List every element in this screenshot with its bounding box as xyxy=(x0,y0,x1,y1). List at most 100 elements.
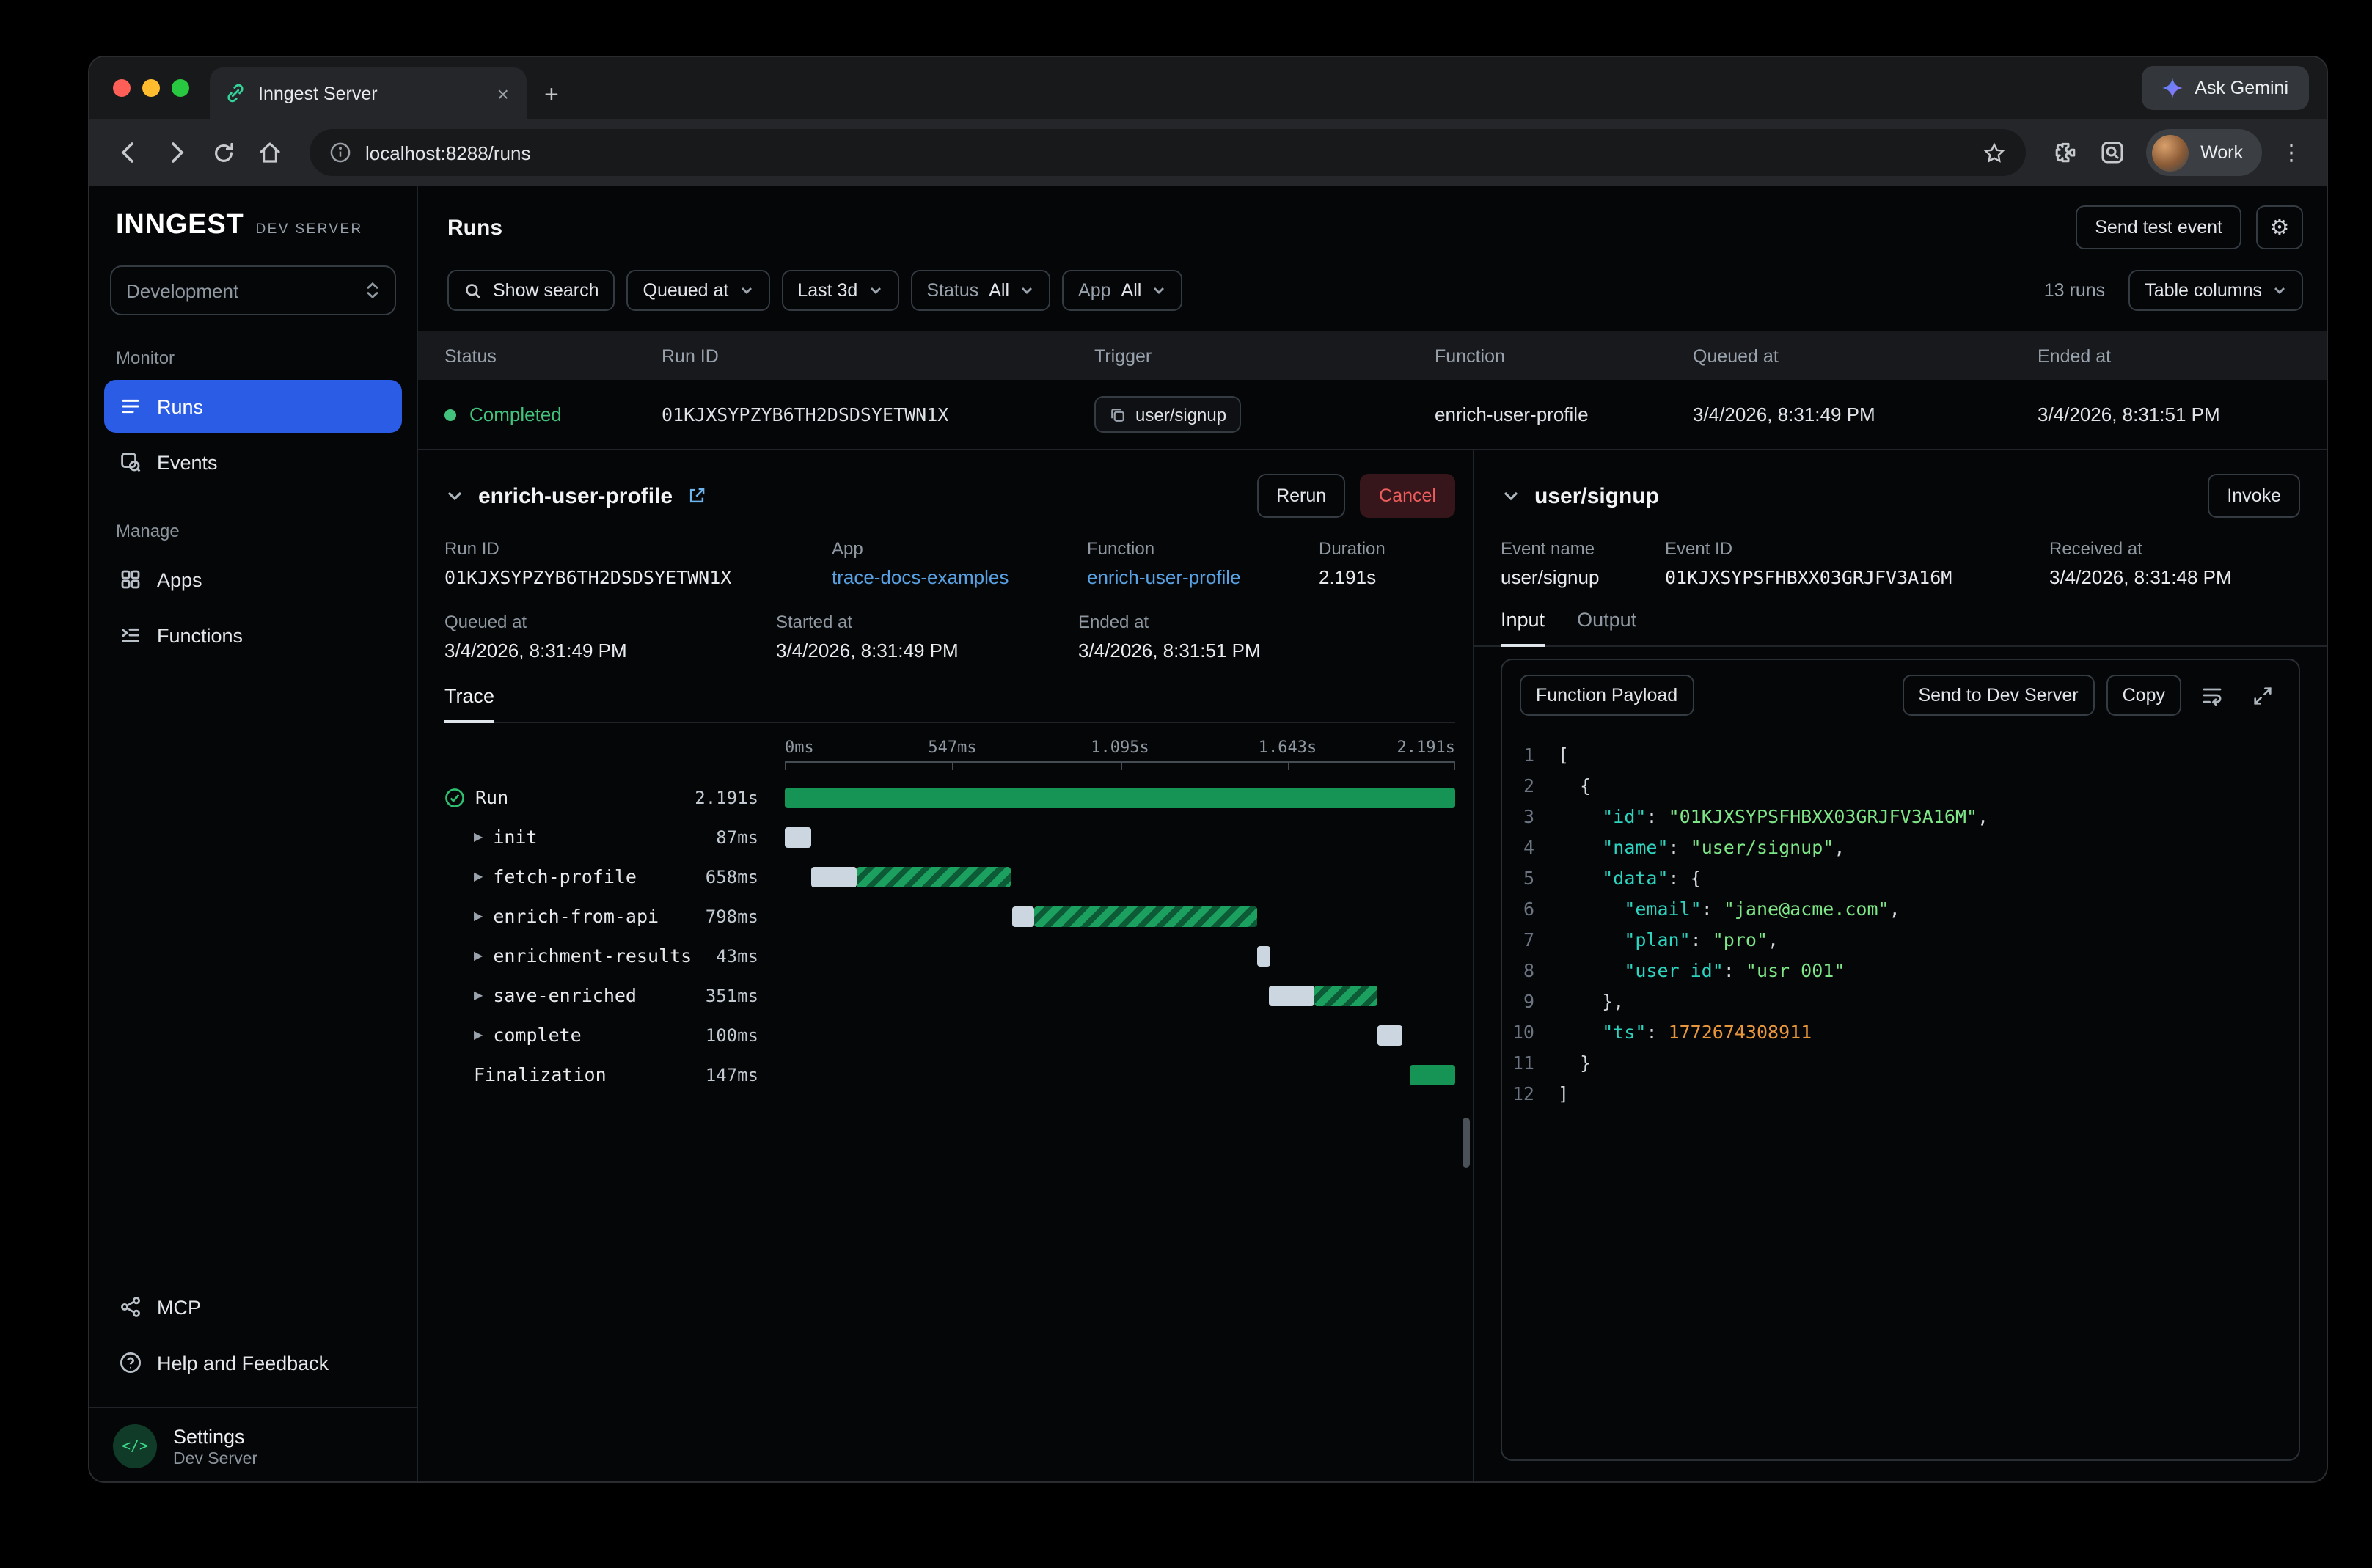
step-duration: 351ms xyxy=(706,985,758,1005)
sidebar-item-label: Apps xyxy=(157,568,202,590)
tab-close-icon[interactable]: × xyxy=(494,80,512,106)
function-payload-button[interactable]: Function Payload xyxy=(1520,675,1694,716)
sidebar-item-functions[interactable]: Functions xyxy=(104,609,402,662)
chevron-down-icon xyxy=(1152,283,1166,298)
bookmark-star-icon[interactable] xyxy=(1982,140,2007,165)
trace-axis-line xyxy=(785,761,1455,772)
sidebar-item-runs[interactable]: Runs xyxy=(104,380,402,433)
step-duration: 147ms xyxy=(706,1064,758,1085)
environment-select[interactable]: Development xyxy=(110,265,396,315)
tab-input[interactable]: Input xyxy=(1501,609,1545,647)
settings-bar[interactable]: </> Settings Dev Server xyxy=(89,1407,417,1483)
status-filter[interactable]: Status All xyxy=(910,270,1050,311)
settings-gear-button[interactable]: ⚙ xyxy=(2256,205,2303,249)
copy-button[interactable]: Copy xyxy=(2106,675,2181,716)
run-meta-row-2: Queued at 3/4/2026, 8:31:49 PM Started a… xyxy=(444,612,1455,662)
time-range-filter[interactable]: Last 3d xyxy=(781,270,898,311)
trace-bar-segment xyxy=(1314,985,1378,1005)
trigger-badge[interactable]: user/signup xyxy=(1094,396,1241,433)
tab-search-icon[interactable] xyxy=(2090,131,2134,175)
environment-value: Development xyxy=(126,279,238,301)
expand-step-icon[interactable]: ▶ xyxy=(474,1028,483,1041)
copy-label: Copy xyxy=(2123,685,2165,706)
queued-at-label: Queued at xyxy=(643,280,729,301)
collapse-chevron-icon[interactable] xyxy=(444,486,465,506)
field-value: 3/4/2026, 8:31:51 PM xyxy=(1078,640,1455,662)
field-label: Queued at xyxy=(444,612,776,632)
browser-menu-icon[interactable]: ⋮ xyxy=(2274,139,2309,166)
tab-output[interactable]: Output xyxy=(1577,609,1636,645)
expand-step-icon[interactable]: ▶ xyxy=(474,949,483,962)
url-text[interactable]: localhost:8288/runs xyxy=(365,142,1969,164)
zoom-window-button[interactable] xyxy=(172,79,189,97)
forward-button[interactable] xyxy=(154,131,198,175)
tab-trace[interactable]: Trace xyxy=(444,685,494,723)
send-to-dev-server-button[interactable]: Send to Dev Server xyxy=(1902,675,2094,716)
main-header: Runs Send test event ⚙ xyxy=(418,186,2327,264)
sidebar-item-mcp[interactable]: MCP xyxy=(104,1281,402,1333)
sidebar-item-events[interactable]: Events xyxy=(104,436,402,488)
field-label: App xyxy=(832,538,1087,559)
column-header: Status xyxy=(444,345,662,366)
table-columns-button[interactable]: Table columns xyxy=(2128,270,2303,311)
trace-row[interactable]: ▶save-enriched351ms xyxy=(444,975,1455,1015)
field-label: Run ID xyxy=(444,538,832,559)
close-window-button[interactable] xyxy=(113,79,131,97)
app-filter[interactable]: App All xyxy=(1062,270,1182,311)
function-payload-label: Function Payload xyxy=(1536,685,1677,706)
app-link[interactable]: trace-docs-examples xyxy=(832,566,1087,588)
queued-at-filter[interactable]: Queued at xyxy=(627,270,770,311)
expand-step-icon[interactable]: ▶ xyxy=(474,830,483,843)
page-title: Runs xyxy=(447,215,502,240)
trace-row[interactable]: ▶fetch-profile658ms xyxy=(444,857,1455,896)
browser-tab[interactable]: Inngest Server × xyxy=(210,67,527,119)
ask-gemini-button[interactable]: Ask Gemini xyxy=(2142,66,2309,110)
cancel-button[interactable]: Cancel xyxy=(1360,474,1455,518)
external-link-icon[interactable] xyxy=(686,486,706,506)
sidebar-item-help[interactable]: Help and Feedback xyxy=(104,1336,402,1389)
expand-icon[interactable] xyxy=(2243,676,2281,714)
field-value: 3/4/2026, 8:31:49 PM xyxy=(444,640,776,662)
sidebar-item-apps[interactable]: Apps xyxy=(104,553,402,606)
wrap-text-icon[interactable] xyxy=(2193,676,2231,714)
show-search-button[interactable]: Show search xyxy=(447,270,615,311)
home-button[interactable] xyxy=(248,131,292,175)
expand-step-icon[interactable]: ▶ xyxy=(474,909,483,923)
section-manage: Manage xyxy=(89,521,417,541)
table-header: Status Run ID Trigger Function Queued at… xyxy=(418,331,2327,380)
app-field: App trace-docs-examples xyxy=(832,538,1087,588)
send-test-event-button[interactable]: Send test event xyxy=(2076,205,2241,249)
extensions-icon[interactable] xyxy=(2043,131,2087,175)
field-value: user/signup xyxy=(1501,566,1665,588)
function-link[interactable]: enrich-user-profile xyxy=(1087,566,1319,588)
trace-row[interactable]: Run2.191s xyxy=(444,777,1455,817)
trace-row[interactable]: ▶init87ms xyxy=(444,817,1455,857)
collapse-chevron-icon[interactable] xyxy=(1501,486,1521,506)
expand-step-icon[interactable]: ▶ xyxy=(474,989,483,1002)
expand-step-icon[interactable]: ▶ xyxy=(474,870,483,883)
filter-bar: Show search Queued at Last 3d xyxy=(418,264,2327,331)
minimize-window-button[interactable] xyxy=(142,79,160,97)
site-info-icon[interactable] xyxy=(329,141,352,164)
address-bar[interactable]: localhost:8288/runs xyxy=(310,129,2026,176)
trace-row[interactable]: ▶enrich-from-api798ms xyxy=(444,896,1455,936)
trace-row[interactable]: ▶enrichment-results43ms xyxy=(444,936,1455,975)
reload-button[interactable] xyxy=(201,131,245,175)
code-line: 10 "ts": 1772674308911 xyxy=(1502,1016,2299,1047)
trace-row[interactable]: ▶complete100ms xyxy=(444,1015,1455,1055)
trace-row[interactable]: Finalization147ms xyxy=(444,1055,1455,1094)
trace-bar-segment xyxy=(785,787,1455,807)
cancel-label: Cancel xyxy=(1379,486,1436,506)
field-label: Function xyxy=(1087,538,1319,559)
new-tab-button[interactable]: + xyxy=(544,82,559,107)
table-row[interactable]: Completed 01KJXSYPZYB6TH2DSDSYETWN1X use… xyxy=(418,380,2327,449)
back-button[interactable] xyxy=(107,131,151,175)
event-detail-header: user/signup Invoke xyxy=(1474,474,2327,518)
run-status-cell: Completed xyxy=(444,403,662,425)
rerun-button[interactable]: Rerun xyxy=(1257,474,1345,518)
browser-profile-button[interactable]: Work xyxy=(2146,129,2262,176)
invoke-button[interactable]: Invoke xyxy=(2208,474,2300,518)
scrollbar-thumb[interactable] xyxy=(1463,1118,1470,1168)
column-header: Ended at xyxy=(2038,345,2327,366)
field-value: 3/4/2026, 8:31:49 PM xyxy=(776,640,1078,662)
